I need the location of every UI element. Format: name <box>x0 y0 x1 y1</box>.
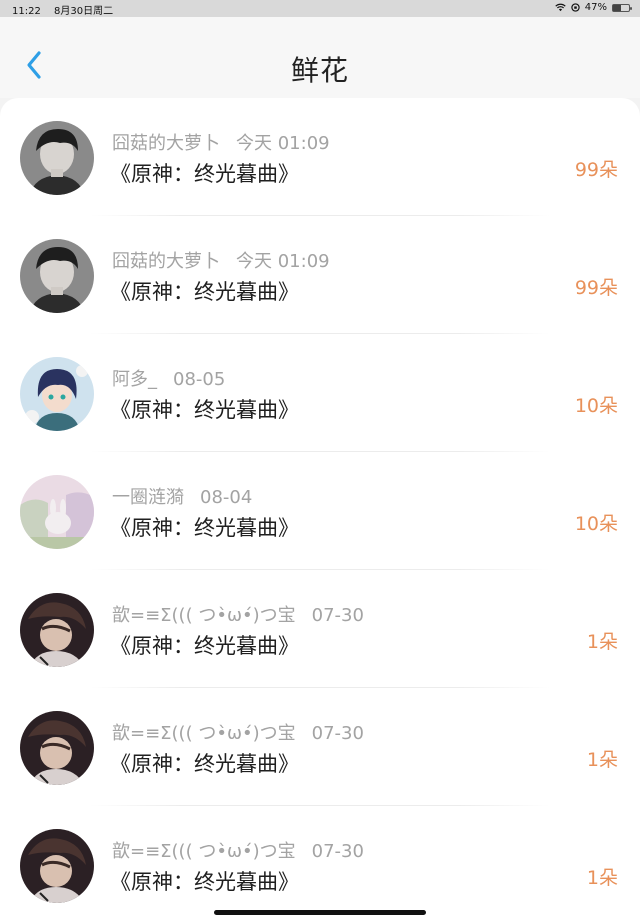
status-right: 47% <box>555 2 632 13</box>
entry-meta: 囧菇的大萝卜 今天 01:09 <box>112 247 330 273</box>
status-time: 11:22 <box>12 6 41 17</box>
entry-meta: 一圈涟漪 08-04 <box>112 483 252 509</box>
book-title[interactable]: 《原神：终光暮曲》 <box>110 748 299 778</box>
avatar[interactable] <box>20 121 94 195</box>
avatar[interactable] <box>20 357 94 431</box>
user-name[interactable]: 歆=≡Σ((( つ•̀ω•́)つ宝 <box>112 605 296 626</box>
list-item[interactable]: 囧菇的大萝卜 今天 01:09 《原神：终光暮曲》 99朵 <box>0 98 640 216</box>
page-title: 鲜花 <box>290 54 349 87</box>
avatar[interactable] <box>20 829 94 903</box>
book-title[interactable]: 《原神：终光暮曲》 <box>110 394 299 424</box>
wifi-icon <box>555 3 566 12</box>
avatar[interactable] <box>20 711 94 785</box>
flower-count: 10朵 <box>574 395 618 417</box>
book-title[interactable]: 《原神：终光暮曲》 <box>110 630 299 660</box>
list-item[interactable]: 囧菇的大萝卜 今天 01:09 《原神：终光暮曲》 99朵 <box>0 216 640 334</box>
book-title[interactable]: 《原神：终光暮曲》 <box>110 512 299 542</box>
user-name[interactable]: 囧菇的大萝卜 <box>112 133 220 154</box>
avatar[interactable] <box>20 593 94 667</box>
flower-count: 10朵 <box>574 513 618 535</box>
flower-count: 1朵 <box>586 749 618 771</box>
list-item[interactable]: 一圈涟漪 08-04 《原神：终光暮曲》 10朵 <box>0 452 640 570</box>
list-item[interactable]: 歆=≡Σ((( つ•̀ω•́)つ宝 07-30 《原神：终光暮曲》 1朵 <box>0 806 640 921</box>
home-indicator[interactable] <box>214 910 426 915</box>
entry-meta: 囧菇的大萝卜 今天 01:09 <box>112 129 330 155</box>
book-title[interactable]: 《原神：终光暮曲》 <box>110 866 299 896</box>
status-bar: 11:22 8月30日周二 47% <box>0 0 640 17</box>
status-left: 11:22 8月30日周二 <box>12 2 113 17</box>
list-item[interactable]: 歆=≡Σ((( つ•̀ω•́)つ宝 07-30 《原神：终光暮曲》 1朵 <box>0 688 640 806</box>
user-name[interactable]: 一圈涟漪 <box>112 487 184 508</box>
flower-count: 99朵 <box>574 277 618 299</box>
entry-time: 08-04 <box>200 487 253 508</box>
book-title[interactable]: 《原神：终光暮曲》 <box>110 158 299 188</box>
user-name[interactable]: 囧菇的大萝卜 <box>112 251 220 272</box>
entry-time: 07-30 <box>311 605 364 626</box>
entry-meta: 歆=≡Σ((( つ•̀ω•́)つ宝 07-30 <box>112 601 364 627</box>
user-name[interactable]: 阿多_ <box>112 369 157 390</box>
book-title[interactable]: 《原神：终光暮曲》 <box>110 276 299 306</box>
entry-time: 今天 01:09 <box>236 133 330 154</box>
entry-meta: 歆=≡Σ((( つ•̀ω•́)つ宝 07-30 <box>112 719 364 745</box>
orientation-lock-icon <box>571 3 580 12</box>
user-name[interactable]: 歆=≡Σ((( つ•̀ω•́)つ宝 <box>112 723 296 744</box>
flower-count: 1朵 <box>586 867 618 889</box>
avatar[interactable] <box>20 239 94 313</box>
entry-meta: 阿多_ 08-05 <box>112 365 225 391</box>
list-item[interactable]: 歆=≡Σ((( つ•̀ω•́)つ宝 07-30 《原神：终光暮曲》 1朵 <box>0 570 640 688</box>
flower-list: 囧菇的大萝卜 今天 01:09 《原神：终光暮曲》 99朵 囧菇的大萝卜 今天 01… <box>0 98 640 921</box>
entry-meta: 歆=≡Σ((( つ•̀ω•́)つ宝 07-30 <box>112 837 364 863</box>
flower-count: 99朵 <box>574 159 618 181</box>
user-name[interactable]: 歆=≡Σ((( つ•̀ω•́)つ宝 <box>112 841 296 862</box>
entry-time: 07-30 <box>311 841 364 862</box>
list-item[interactable]: 阿多_ 08-05 《原神：终光暮曲》 10朵 <box>0 334 640 452</box>
flower-count: 1朵 <box>586 631 618 653</box>
status-date: 8月30日周二 <box>54 6 114 17</box>
battery-icon <box>612 3 632 12</box>
entry-time: 07-30 <box>311 723 364 744</box>
screen: 11:22 8月30日周二 47% 鲜花 囧菇的大萝卜 今天 01:09 《原神… <box>0 0 640 921</box>
avatar[interactable] <box>20 475 94 549</box>
header: 鲜花 <box>0 17 640 98</box>
entry-time: 今天 01:09 <box>236 251 330 272</box>
battery-percent: 47% <box>584 2 607 13</box>
battery-fill <box>613 4 621 11</box>
entry-time: 08-05 <box>173 369 226 390</box>
